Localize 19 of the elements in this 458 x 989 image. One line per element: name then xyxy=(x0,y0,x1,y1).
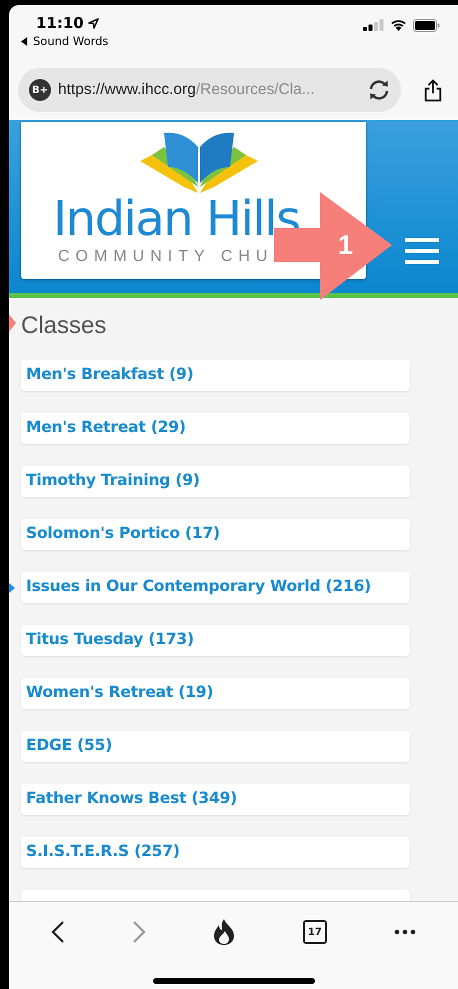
class-link[interactable]: EDGE (55) xyxy=(21,731,410,762)
class-link[interactable]: Issues in Our Contemporary World (216) xyxy=(21,572,410,603)
class-link[interactable]: Father Knows Best (349) xyxy=(21,784,410,815)
class-link[interactable]: Solomon's Portico (17) xyxy=(21,519,410,550)
site-badge: B+ xyxy=(29,79,51,101)
status-time: 11:10 xyxy=(36,14,84,32)
logo-subtitle: COMMUNITY CHU xyxy=(58,248,274,266)
class-link[interactable]: Men's Breakfast (9) xyxy=(21,360,410,391)
callout-number: 1 xyxy=(338,230,354,261)
url-text: https://www.ihcc.org/Resources/Cla... xyxy=(58,81,316,99)
tabs-button[interactable]: 17 xyxy=(302,920,327,944)
class-link[interactable]: Timothy Training (9) xyxy=(21,466,410,497)
address-bar[interactable]: B+ https://www.ihcc.org/Resources/Cla... xyxy=(18,68,401,112)
back-to-app-link[interactable]: Sound Words xyxy=(21,34,108,48)
class-link[interactable]: Women's Retreat (19) xyxy=(21,678,410,709)
page-title: Classes xyxy=(21,312,108,340)
class-link[interactable]: S.I.S.T.E.R.S (257) xyxy=(21,837,410,868)
class-link[interactable]: Men's Retreat (29) xyxy=(21,413,410,444)
class-link[interactable]: Titus Tuesday (173) xyxy=(21,625,410,656)
